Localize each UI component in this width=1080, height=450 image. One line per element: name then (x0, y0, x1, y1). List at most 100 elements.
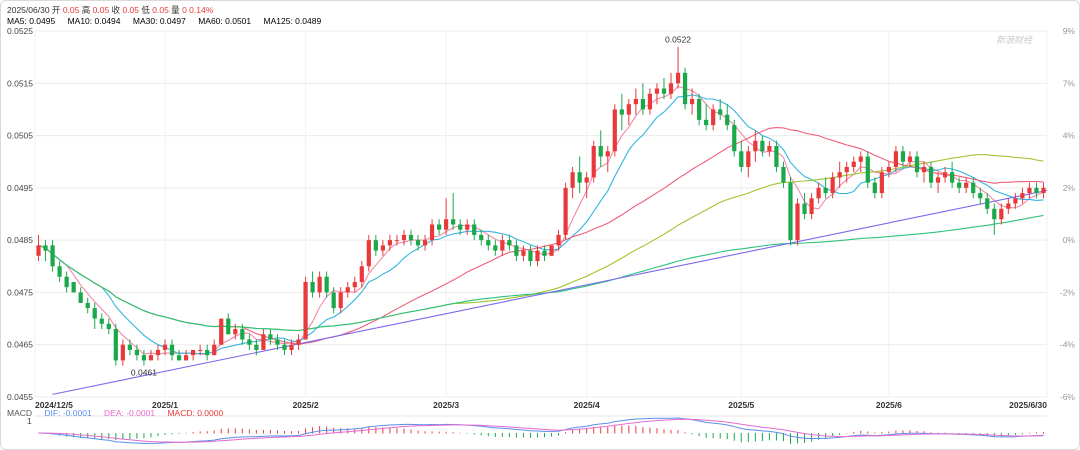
candle-body (879, 172, 884, 194)
candle-body (514, 245, 519, 256)
candle-body (479, 234, 484, 241)
candle-body (36, 245, 41, 256)
candle-body (802, 203, 807, 214)
candle-body (289, 344, 294, 350)
candle-body (436, 224, 442, 230)
candle (992, 203, 997, 235)
candle-body (577, 172, 582, 183)
candle (633, 88, 638, 115)
candle-body (408, 234, 414, 241)
candle-body (957, 182, 962, 188)
candle-body (120, 344, 125, 361)
percent-tick-label: -6% (1060, 392, 1076, 402)
candles (36, 46, 1046, 366)
candle-body (176, 355, 182, 361)
ma125-line (38, 214, 1044, 332)
candle (444, 198, 449, 235)
candle-body (43, 245, 48, 251)
candle (310, 271, 315, 298)
candle-body (711, 109, 716, 126)
y-tick-label: 0.0495 (7, 183, 33, 193)
macd-legend: MACD DIF: -0.0001 DEA: -0.0001 MACD: 0.0… (7, 408, 233, 418)
candle (739, 140, 744, 173)
candle (626, 98, 631, 126)
candle-body (324, 276, 329, 293)
candle (317, 271, 322, 298)
candle (872, 177, 877, 199)
candle (212, 339, 217, 356)
candle-body (78, 292, 83, 303)
candlestick-chart[interactable]: 0.0525 0.0515 0.0505 0.0495 0.0485 0.0475 0.04… (1, 1, 1079, 449)
candle (113, 323, 118, 366)
candle-body (760, 140, 765, 152)
candle (668, 72, 674, 99)
candle-body (704, 119, 709, 126)
candle (401, 229, 407, 246)
low-marker-label: 0.0461 (131, 368, 157, 378)
candle-body (57, 266, 62, 277)
dif-line (38, 417, 1044, 444)
candle-body (774, 146, 779, 167)
candle (879, 166, 884, 199)
candle-body (535, 250, 540, 262)
candle-body (528, 250, 533, 262)
candle (795, 198, 800, 246)
candle-body (106, 323, 111, 330)
candle (971, 177, 976, 199)
candle (226, 313, 231, 335)
percent-tick-label: 4% (1063, 131, 1076, 141)
candle (64, 271, 69, 293)
candle-body (950, 172, 955, 183)
candle (345, 281, 350, 298)
candle-body (352, 281, 357, 288)
candle (542, 245, 547, 262)
candle-body (865, 156, 870, 183)
y-tick-label: 0.0475 (7, 287, 33, 297)
candle-body (661, 88, 667, 94)
candle-body (493, 245, 498, 251)
candle-body (1013, 198, 1018, 204)
candle (725, 104, 730, 131)
candle-body (563, 187, 568, 235)
candle (549, 245, 554, 256)
candle (500, 234, 505, 256)
candle-body (486, 240, 491, 246)
candle-body (746, 151, 751, 167)
candle-body (401, 234, 407, 241)
candle (802, 193, 807, 220)
y-tick-label: 0.0515 (7, 78, 33, 88)
candle (1041, 182, 1046, 199)
candle-body (317, 276, 322, 293)
candle (247, 334, 252, 350)
candle-body (64, 276, 69, 288)
candle-body (851, 161, 856, 167)
candle (205, 344, 210, 361)
candle-body (640, 98, 646, 110)
candle-body (268, 334, 273, 340)
candle-body (914, 156, 920, 173)
high-marker-label: 0.0522 (665, 35, 691, 45)
candle (380, 240, 385, 256)
candle-body (654, 88, 660, 94)
candle-body (1020, 193, 1025, 199)
candle (148, 349, 154, 361)
candle-body (226, 318, 231, 335)
candle-body (668, 83, 674, 94)
candle-body (542, 250, 547, 256)
candle-body (689, 98, 695, 105)
candle-body (872, 182, 877, 194)
candle (352, 276, 357, 293)
x-tick-label: 2025/5 (728, 400, 754, 410)
y-tick-label: 0.0455 (7, 392, 33, 402)
candle-body (247, 339, 252, 345)
dea-label: DEA: -0.0001 (104, 408, 156, 418)
candle-body (985, 198, 990, 209)
candle (169, 339, 175, 361)
candle-body (591, 146, 596, 178)
candle-body (310, 281, 315, 293)
candle-body (303, 281, 308, 340)
percent-tick-label: 0% (1063, 235, 1076, 245)
x-tick-label: 2025/6 (876, 400, 902, 410)
candle (50, 240, 55, 272)
macd-value-label: MACD: 0.0000 (167, 408, 224, 418)
